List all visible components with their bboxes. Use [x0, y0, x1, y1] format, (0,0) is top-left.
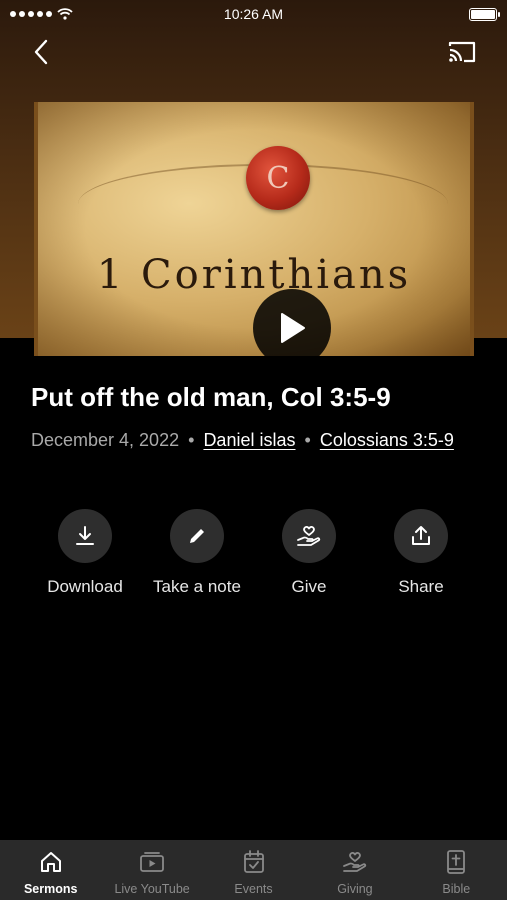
status-bar: 10:26 AM [0, 0, 507, 28]
meta-separator: • [188, 430, 195, 450]
bottom-tab-bar: Sermons Live YouTube Events Giving Bible [0, 840, 507, 900]
give-button[interactable]: Give [253, 509, 365, 597]
battery-icon [469, 7, 500, 21]
take-note-label: Take a note [153, 577, 241, 596]
take-note-button[interactable]: Take a note [141, 509, 253, 597]
download-icon [76, 526, 94, 545]
give-label: Give [291, 577, 327, 596]
share-label: Share [398, 577, 444, 596]
calendar-icon [240, 848, 268, 876]
take-note-circle [170, 509, 224, 563]
wax-seal: C [246, 146, 310, 210]
top-nav [0, 34, 507, 70]
tab-events[interactable]: Events [203, 840, 304, 900]
tab-label: Events [234, 882, 273, 896]
download-label: Download [47, 577, 123, 596]
signal-strength-icon [10, 11, 52, 17]
artwork-title: 1 Corinthians [96, 252, 412, 298]
play-icon [281, 313, 305, 343]
cast-button[interactable] [445, 36, 479, 68]
chevron-left-icon [34, 39, 48, 65]
sermon-title: Put off the old man, Col 3:5-9 [31, 382, 391, 412]
tab-live-youtube[interactable]: Live YouTube [101, 840, 202, 900]
pencil-icon [190, 529, 204, 543]
scripture-link[interactable]: Colossians 3:5-9 [320, 430, 454, 450]
sermon-artwork: C 1 Corinthians [34, 102, 474, 356]
home-icon [37, 848, 65, 876]
tab-sermons[interactable]: Sermons [0, 840, 101, 900]
battery-level [471, 9, 495, 19]
share-icon [412, 526, 430, 545]
sermon-date: December 4, 2022 [31, 430, 180, 450]
bible-icon [442, 848, 470, 876]
seal-letter: C [266, 160, 290, 196]
download-button[interactable]: Download [29, 509, 141, 597]
signal-wifi-group [10, 8, 73, 20]
heart-hand-icon [297, 525, 321, 546]
speaker-link[interactable]: Daniel islas [203, 430, 295, 450]
heart-hand-icon [341, 848, 369, 876]
sermon-meta: December 4, 2022 • Daniel islas • Coloss… [31, 427, 471, 454]
share-circle [394, 509, 448, 563]
give-circle [282, 509, 336, 563]
back-button[interactable] [26, 36, 56, 68]
tab-bible[interactable]: Bible [406, 840, 507, 900]
play-button[interactable] [253, 289, 331, 356]
share-button[interactable]: Share [365, 509, 477, 597]
meta-separator: • [304, 430, 311, 450]
wifi-icon [57, 8, 73, 20]
status-time: 10:26 AM [223, 6, 284, 22]
cast-icon [448, 41, 476, 63]
tab-giving[interactable]: Giving [304, 840, 405, 900]
tab-label: Bible [442, 882, 471, 896]
download-circle [58, 509, 112, 563]
tab-label: Giving [337, 882, 373, 896]
video-icon [138, 848, 166, 876]
tab-label: Live YouTube [114, 882, 190, 896]
tab-label: Sermons [23, 882, 78, 896]
action-row: Download Take a note Give Share [0, 509, 507, 599]
